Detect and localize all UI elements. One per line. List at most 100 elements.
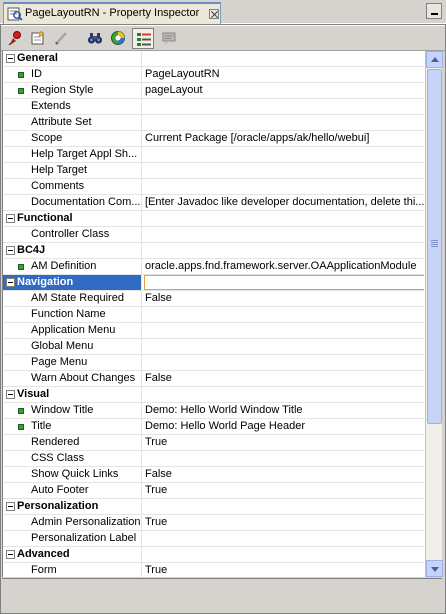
property-name-cell[interactable]: AM Definition [3,259,142,274]
property-row[interactable]: Region Style pageLayout [3,83,424,99]
property-name-cell[interactable]: Region Style [3,83,142,98]
property-value-cell[interactable]: True [143,515,424,530]
property-value-cell[interactable] [143,531,424,546]
close-icon[interactable] [209,9,219,19]
property-value-cell[interactable]: False [143,467,424,482]
property-value-cell[interactable] [143,227,424,242]
find-binoculars-icon[interactable] [84,28,106,49]
category-name-cell[interactable]: Visual [3,387,142,402]
property-value-cell[interactable]: Demo: Hello World Page Header [143,419,424,434]
property-name-cell[interactable]: Extends [3,99,142,114]
property-name-cell[interactable]: Page Menu [3,355,142,370]
property-name-cell[interactable]: Help Target Appl Sh... [3,147,142,162]
property-name-cell[interactable]: ID [3,67,142,82]
category-row[interactable]: Personalization [3,499,424,515]
collapse-toggle-icon[interactable] [6,214,15,223]
category-row[interactable]: General [3,51,424,67]
property-row[interactable]: Auto Footer True [3,483,424,499]
property-row[interactable]: Help Target [3,163,424,179]
property-row[interactable]: Documentation Com... [Enter Javadoc like … [3,195,424,211]
property-row[interactable]: Admin Personalization True [3,515,424,531]
category-row[interactable]: Visual [3,387,424,403]
property-row[interactable]: Title Demo: Hello World Page Header [3,419,424,435]
property-name-cell[interactable]: Personalization Label [3,531,142,546]
property-value-cell[interactable] [143,147,424,162]
category-name-cell[interactable]: Functional [3,211,142,226]
property-name-cell[interactable]: Auto Footer [3,483,142,498]
property-name-cell[interactable]: Function Name [3,307,142,322]
property-value-cell[interactable] [143,323,424,338]
property-value-cell[interactable]: False [143,291,424,306]
category-name-cell[interactable]: BC4J [3,243,142,258]
property-row[interactable]: Personalization Label [3,531,424,547]
property-value-cell[interactable]: True [143,435,424,450]
property-row[interactable]: Help Target Appl Sh... [3,147,424,163]
value-edit-field[interactable] [144,275,424,290]
property-row[interactable]: Page Menu [3,355,424,371]
property-row[interactable]: Rendered True [3,435,424,451]
collapse-toggle-icon[interactable] [6,502,15,511]
property-name-cell[interactable]: Rendered [3,435,142,450]
property-name-cell[interactable]: AM State Required [3,291,142,306]
property-name-cell[interactable]: CSS Class [3,451,142,466]
property-value-cell[interactable] [143,339,424,354]
property-name-cell[interactable]: Global Menu [3,339,142,354]
category-name-cell[interactable]: General [3,51,142,66]
property-name-cell[interactable]: Controller Class [3,227,142,242]
collapse-toggle-icon[interactable] [6,550,15,559]
property-name-cell[interactable]: Help Target [3,163,142,178]
property-row[interactable]: Show Quick Links False [3,467,424,483]
minimize-icon[interactable] [426,3,442,19]
property-value-cell[interactable] [143,115,424,130]
property-row[interactable]: Application Menu [3,323,424,339]
pin-icon[interactable] [4,28,26,49]
edit-pencil-icon[interactable] [50,28,72,49]
collapse-toggle-icon[interactable] [6,278,15,287]
category-name-cell[interactable]: Advanced [3,547,142,562]
property-row[interactable]: Controller Class [3,227,424,243]
property-name-cell[interactable]: Scope [3,131,142,146]
property-row[interactable]: AM Definition oracle.apps.fnd.framework.s… [3,259,424,275]
scroll-down-icon[interactable] [426,560,443,577]
property-name-cell[interactable]: Window Title [3,403,142,418]
category-name-cell[interactable]: Personalization [3,499,142,514]
property-value-cell[interactable]: pageLayout [143,83,424,98]
property-value-cell[interactable]: Current Package [/oracle/apps/ak/hello/w… [143,131,424,146]
category-row[interactable]: Navigation [3,275,424,291]
property-row[interactable]: ID PageLayoutRN [3,67,424,83]
property-value-cell[interactable] [143,163,424,178]
vertical-scrollbar[interactable] [425,51,443,577]
property-value-cell[interactable]: False [143,371,424,386]
collapse-toggle-icon[interactable] [6,390,15,399]
property-value-cell[interactable] [143,307,424,322]
property-value-cell[interactable]: PageLayoutRN [143,67,424,82]
property-row[interactable]: Extends [3,99,424,115]
property-row[interactable]: AM State Required False [3,291,424,307]
property-row[interactable]: Comments [3,179,424,195]
description-toggle-icon[interactable] [158,28,180,49]
categorized-view-icon[interactable] [132,28,154,49]
category-row[interactable]: Advanced [3,547,424,563]
property-value-cell[interactable] [143,99,424,114]
property-row[interactable]: Warn About Changes False [3,371,424,387]
category-row[interactable]: Functional [3,211,424,227]
scroll-up-icon[interactable] [426,51,443,68]
property-name-cell[interactable]: Attribute Set [3,115,142,130]
tab-property-inspector[interactable]: PageLayoutRN - Property Inspector [3,2,221,24]
property-name-cell[interactable]: Show Quick Links [3,467,142,482]
collapse-toggle-icon[interactable] [6,246,15,255]
property-value-cell[interactable]: True [143,483,424,498]
property-name-cell[interactable]: Form [3,563,142,577]
property-value-cell[interactable] [143,355,424,370]
category-row[interactable]: BC4J [3,243,424,259]
property-row[interactable]: Global Menu [3,339,424,355]
property-value-cell[interactable]: [Enter Javadoc like developer documentat… [143,195,424,210]
collapse-toggle-icon[interactable] [6,54,15,63]
property-name-cell[interactable]: Admin Personalization [3,515,142,530]
property-value-cell[interactable] [143,179,424,194]
property-row[interactable]: CSS Class [3,451,424,467]
category-name-cell[interactable]: Navigation [3,275,142,290]
property-name-cell[interactable]: Application Menu [3,323,142,338]
property-row[interactable]: Attribute Set [3,115,424,131]
color-filter-icon[interactable] [107,28,129,49]
